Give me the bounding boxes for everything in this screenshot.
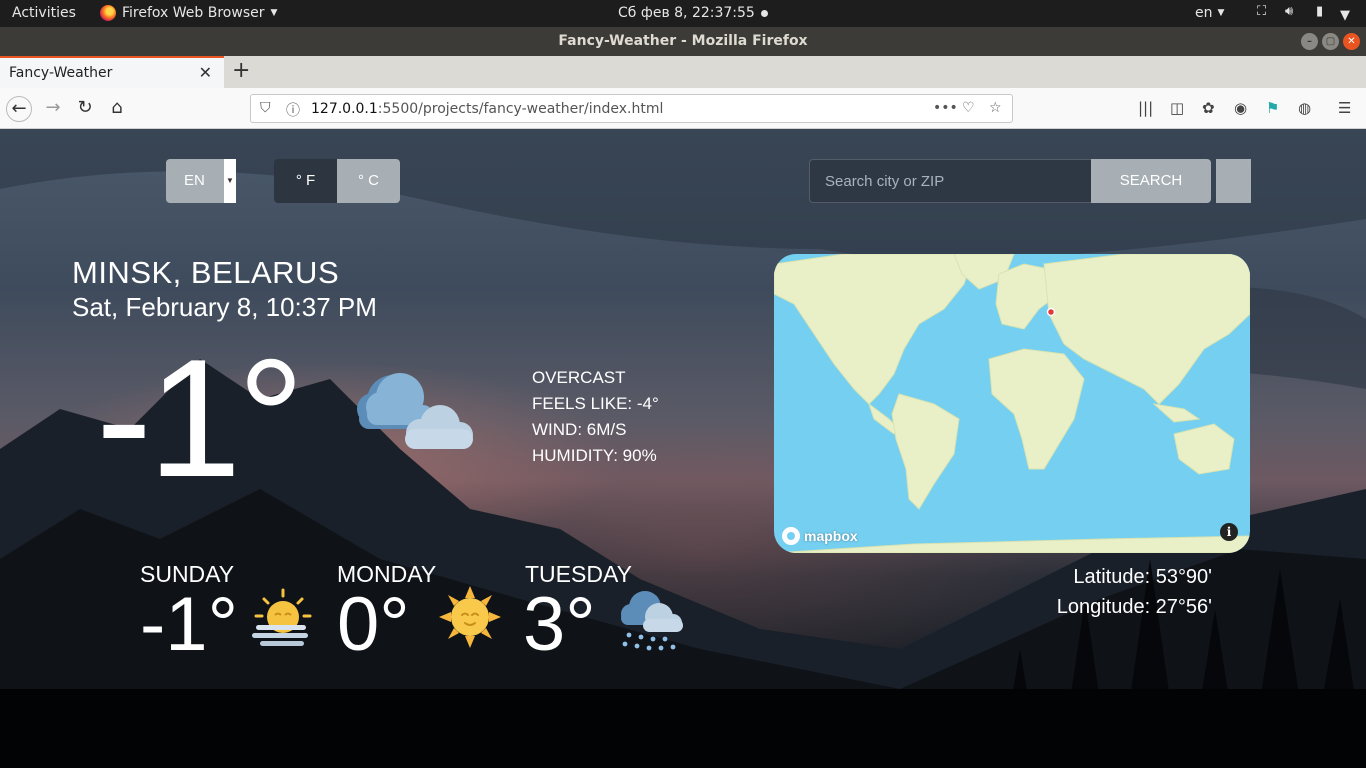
location-marker bbox=[1046, 307, 1056, 317]
pocket-icon[interactable]: ♡ bbox=[962, 100, 975, 116]
wind-speed: WIND: 6M/S bbox=[532, 420, 627, 439]
location-map[interactable]: mapbox i bbox=[774, 254, 1250, 553]
search-input[interactable] bbox=[809, 159, 1092, 203]
window-title-bar: Fancy-Weather - Mozilla Firefox – ▢ ✕ bbox=[0, 27, 1366, 56]
weather-summary: OVERCAST bbox=[532, 368, 626, 387]
firefox-icon bbox=[100, 5, 116, 21]
language-select[interactable]: EN ▼ bbox=[166, 159, 236, 203]
url-bar[interactable]: ⛉ ⓘ 127.0.0.1:5500/projects/fancy-weathe… bbox=[250, 94, 1013, 123]
fog-sun-icon bbox=[252, 588, 312, 646]
celsius-button[interactable]: ° C bbox=[337, 159, 400, 203]
site-info-icon[interactable]: ⓘ bbox=[286, 100, 300, 120]
activities-button[interactable]: Activities bbox=[12, 5, 76, 21]
navigation-toolbar: ← → ↻ ⌂ ⛉ ⓘ 127.0.0.1:5500/projects/fanc… bbox=[0, 88, 1366, 129]
home-button[interactable]: ⌂ bbox=[104, 96, 130, 122]
feels-like: FEELS LIKE: -4° bbox=[532, 394, 659, 413]
map-info-button[interactable]: i bbox=[1220, 523, 1238, 541]
keyboard-layout-menu[interactable]: en ▼ bbox=[1195, 5, 1224, 21]
hamburger-menu-icon[interactable]: ☰ bbox=[1338, 99, 1351, 117]
battery-icon[interactable]: ▮ bbox=[1316, 4, 1323, 19]
forecast-temp-3: 3° bbox=[523, 582, 596, 667]
tab-fancy-weather[interactable]: Fancy-Weather ✕ bbox=[0, 56, 224, 88]
mapbox-icon bbox=[782, 527, 800, 545]
search-button[interactable]: SEARCH bbox=[1091, 159, 1211, 203]
chevron-down-icon: ▼ bbox=[270, 8, 278, 18]
system-clock[interactable]: Сб фев 8, 22:37:55 bbox=[618, 5, 768, 21]
tab-strip: Fancy-Weather ✕ + bbox=[0, 56, 1366, 88]
current-temperature: -1° bbox=[96, 324, 305, 512]
forecast-temp-2: 0° bbox=[337, 582, 410, 667]
cloudy-icon bbox=[357, 373, 473, 449]
notification-dot-icon bbox=[760, 9, 768, 17]
chevron-down-icon[interactable]: ▼ bbox=[1340, 8, 1350, 23]
extension-paw-icon[interactable]: ✿ bbox=[1202, 99, 1215, 117]
forecast-temp-1: -1° bbox=[140, 582, 238, 667]
bookmark-star-icon[interactable]: ☆ bbox=[989, 100, 1002, 116]
url-path: :5500/projects/fancy-weather/index.html bbox=[377, 101, 664, 117]
keyboard-layout-label: en bbox=[1195, 5, 1213, 21]
url-text[interactable]: 127.0.0.1:5500/projects/fancy-weather/in… bbox=[311, 101, 663, 117]
location-title: MINSK, BELARUS bbox=[72, 255, 340, 290]
new-tab-button[interactable]: + bbox=[232, 58, 250, 83]
network-icon[interactable]: ⛶ bbox=[1257, 4, 1266, 19]
world-map[interactable] bbox=[774, 254, 1250, 553]
latitude: Latitude: 53°90' bbox=[1073, 566, 1212, 588]
reload-button[interactable]: ↻ bbox=[72, 96, 98, 122]
current-datetime: Sat, February 8, 10:37 PM bbox=[72, 292, 377, 322]
longitude: Longitude: 27°56' bbox=[1056, 596, 1212, 618]
page-actions-icon[interactable]: ••• bbox=[933, 100, 958, 116]
chevron-down-icon: ▼ bbox=[1217, 8, 1225, 18]
chevron-down-icon[interactable]: ▼ bbox=[224, 159, 236, 203]
tab-title: Fancy-Weather bbox=[9, 65, 113, 81]
account-icon[interactable]: ◉ bbox=[1234, 99, 1247, 117]
language-value: EN bbox=[184, 172, 205, 189]
back-button[interactable]: ← bbox=[6, 96, 32, 122]
extension-icon[interactable]: ◍ bbox=[1298, 99, 1311, 117]
humidity: HUMIDITY: 90% bbox=[532, 446, 657, 465]
fahrenheit-button[interactable]: ° F bbox=[274, 159, 337, 203]
mapbox-logo[interactable]: mapbox bbox=[782, 527, 858, 545]
volume-icon[interactable]: 🔊︎ bbox=[1285, 4, 1293, 19]
weather-page: EN ▼ ° F ° C SEARCH MINSK, BELARUS Sat, … bbox=[0, 129, 1366, 768]
extension-flag-icon[interactable]: ⚑ bbox=[1266, 99, 1279, 117]
library-icon[interactable]: ||| bbox=[1138, 99, 1153, 117]
close-tab-icon[interactable]: ✕ bbox=[199, 63, 212, 82]
voice-search-button[interactable] bbox=[1216, 159, 1251, 203]
minimize-button[interactable]: – bbox=[1301, 33, 1318, 50]
close-window-button[interactable]: ✕ bbox=[1343, 33, 1360, 50]
app-menu[interactable]: Firefox Web Browser ▼ bbox=[100, 5, 277, 21]
mapbox-label: mapbox bbox=[804, 528, 858, 544]
weather-details: OVERCAST FEELS LIKE: -4° WIND: 6M/S HUMI… bbox=[532, 365, 659, 469]
clock-label: Сб фев 8, 22:37:55 bbox=[618, 5, 755, 21]
system-top-bar: Activities Firefox Web Browser ▼ Сб фев … bbox=[0, 0, 1366, 27]
window-title: Fancy-Weather - Mozilla Firefox bbox=[558, 33, 808, 49]
rain-cloud-icon bbox=[621, 591, 683, 651]
shield-icon[interactable]: ⛉ bbox=[260, 100, 271, 116]
forward-button[interactable]: → bbox=[40, 96, 66, 122]
sun-icon bbox=[439, 586, 501, 648]
sidebar-icon[interactable]: ◫ bbox=[1170, 99, 1184, 117]
maximize-button[interactable]: ▢ bbox=[1322, 33, 1339, 50]
url-host: 127.0.0.1 bbox=[311, 101, 378, 117]
app-menu-label: Firefox Web Browser bbox=[122, 5, 265, 21]
